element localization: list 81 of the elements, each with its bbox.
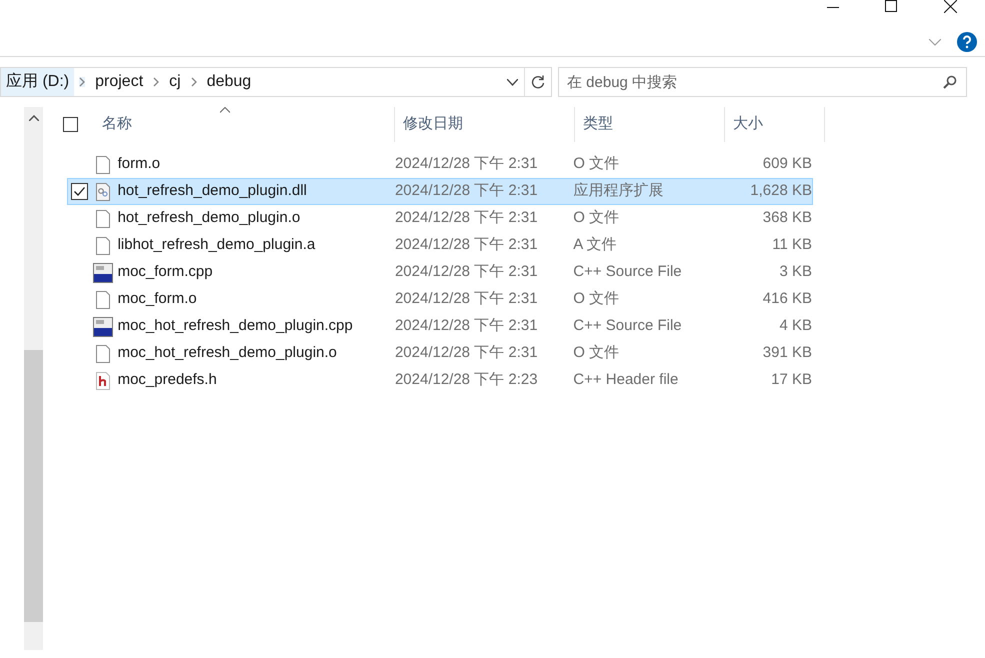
file-name: form.o bbox=[118, 155, 160, 172]
file-name: libhot_refresh_demo_plugin.a bbox=[118, 236, 316, 254]
date-cell: 2024/12/28 下午 2:31 bbox=[394, 290, 538, 308]
row-checkbox[interactable] bbox=[71, 183, 88, 200]
source-file-icon bbox=[93, 316, 114, 336]
size-cell: 4 KB bbox=[779, 317, 812, 334]
type-cell: O 文件 bbox=[573, 155, 620, 172]
file-row[interactable]: hot_refresh_demo_plugin.o 2024/12/28 下午 2:31 O 文件 368 KB bbox=[67, 205, 813, 232]
chevron-right-icon[interactable] bbox=[153, 77, 160, 87]
file-row[interactable]: moc_hot_refresh_demo_plugin.cpp 2024/12/28 下午 2:31 C++ Source File 4 KB bbox=[67, 313, 813, 340]
column-header[interactable]: 类型 bbox=[583, 113, 613, 136]
file-icon bbox=[96, 156, 110, 174]
file-name: moc_hot_refresh_demo_plugin.cpp bbox=[118, 317, 353, 334]
help-icon[interactable] bbox=[957, 32, 977, 52]
gear-file-icon bbox=[96, 182, 110, 200]
type-cell: 应用程序扩展 bbox=[573, 182, 664, 200]
date-cell: 2024/12/28 下午 2:31 bbox=[394, 236, 538, 254]
search-icon bbox=[943, 75, 957, 89]
date-cell: 2024/12/28 下午 2:31 bbox=[394, 344, 538, 362]
column-header[interactable]: 名称 bbox=[102, 113, 132, 136]
file-row[interactable]: hot_refresh_demo_plugin.dll 2024/12/28 下午 2:31 应用程序扩展 1,628 KB bbox=[67, 178, 813, 205]
file-row[interactable]: moc_predefs.h 2024/12/28 下午 2:23 C++ Header file 17 KB bbox=[67, 367, 813, 394]
breadcrumb-item[interactable]: 应用 (D:) bbox=[1, 68, 74, 96]
size-cell: 391 KB bbox=[762, 344, 812, 362]
size-cell: 368 KB bbox=[762, 209, 812, 226]
size-cell: 11 KB bbox=[772, 236, 812, 254]
search-field[interactable]: 在 debug 中搜索 bbox=[558, 67, 967, 97]
date-cell: 2024/12/28 下午 2:31 bbox=[394, 155, 538, 172]
type-cell: C++ Source File bbox=[573, 263, 682, 280]
column-header[interactable]: 修改日期 bbox=[403, 113, 463, 136]
chevron-right-icon[interactable] bbox=[79, 77, 86, 87]
file-icon bbox=[96, 236, 110, 254]
minimize-icon[interactable] bbox=[827, 7, 839, 9]
size-cell: 17 KB bbox=[771, 371, 812, 388]
file-icon bbox=[96, 290, 110, 308]
type-cell: O 文件 bbox=[573, 290, 620, 308]
file-icon bbox=[96, 344, 110, 362]
file-name: moc_predefs.h bbox=[118, 371, 217, 388]
select-all-checkbox[interactable] bbox=[63, 117, 78, 132]
date-cell: 2024/12/28 下午 2:31 bbox=[394, 209, 538, 226]
checkmark-icon bbox=[74, 187, 85, 196]
address-bar[interactable]: 应用 (D:) project cj debug bbox=[0, 67, 552, 97]
file-icon bbox=[96, 210, 110, 228]
breadcrumb-item[interactable]: debug bbox=[202, 68, 256, 96]
file-row[interactable]: moc_hot_refresh_demo_plugin.o 2024/12/28 下午 2:31 O 文件 391 KB bbox=[67, 340, 813, 367]
dropdown-icon[interactable] bbox=[507, 78, 518, 86]
date-cell: 2024/12/28 下午 2:31 bbox=[394, 317, 538, 334]
type-cell: C++ Source File bbox=[573, 317, 682, 334]
size-cell: 416 KB bbox=[762, 290, 812, 308]
file-name: moc_hot_refresh_demo_plugin.o bbox=[118, 344, 337, 362]
source-file-icon bbox=[93, 262, 114, 282]
scroll-up-icon[interactable] bbox=[28, 115, 38, 121]
type-cell: O 文件 bbox=[573, 209, 620, 226]
header-file-icon bbox=[96, 372, 110, 390]
file-row[interactable]: moc_form.cpp 2024/12/28 下午 2:31 C++ Source File 3 KB bbox=[67, 259, 813, 286]
size-cell: 3 KB bbox=[779, 263, 812, 280]
chevron-down-icon[interactable] bbox=[929, 38, 941, 46]
chevron-right-icon[interactable] bbox=[190, 77, 197, 87]
file-name: moc_form.cpp bbox=[118, 263, 213, 280]
date-cell: 2024/12/28 下午 2:23 bbox=[394, 371, 538, 388]
file-name: hot_refresh_demo_plugin.o bbox=[118, 209, 300, 226]
date-cell: 2024/12/28 下午 2:31 bbox=[394, 182, 538, 200]
type-cell: A 文件 bbox=[573, 236, 617, 254]
breadcrumb-item[interactable]: project bbox=[90, 68, 148, 96]
size-cell: 1,628 KB bbox=[750, 182, 812, 200]
file-row[interactable]: moc_form.o 2024/12/28 下午 2:31 O 文件 416 KB bbox=[67, 286, 813, 313]
file-row[interactable]: libhot_refresh_demo_plugin.a 2024/12/28 下午 2:31 A 文件 11 KB bbox=[67, 232, 813, 259]
column-header[interactable]: 大小 bbox=[733, 113, 763, 136]
size-cell: 609 KB bbox=[762, 155, 812, 172]
refresh-icon[interactable] bbox=[531, 75, 545, 89]
type-cell: C++ Header file bbox=[573, 371, 678, 388]
type-cell: O 文件 bbox=[573, 344, 620, 362]
file-row[interactable]: form.o 2024/12/28 下午 2:31 O 文件 609 KB bbox=[67, 151, 813, 178]
scrollbar-thumb[interactable] bbox=[24, 350, 43, 622]
maximize-icon[interactable] bbox=[885, 0, 897, 12]
close-icon[interactable] bbox=[944, 0, 957, 13]
file-name: moc_form.o bbox=[118, 290, 197, 308]
file-name: hot_refresh_demo_plugin.dll bbox=[118, 182, 307, 200]
scrollbar[interactable] bbox=[24, 107, 43, 650]
date-cell: 2024/12/28 下午 2:31 bbox=[394, 263, 538, 280]
breadcrumb-item[interactable]: cj bbox=[164, 68, 186, 96]
